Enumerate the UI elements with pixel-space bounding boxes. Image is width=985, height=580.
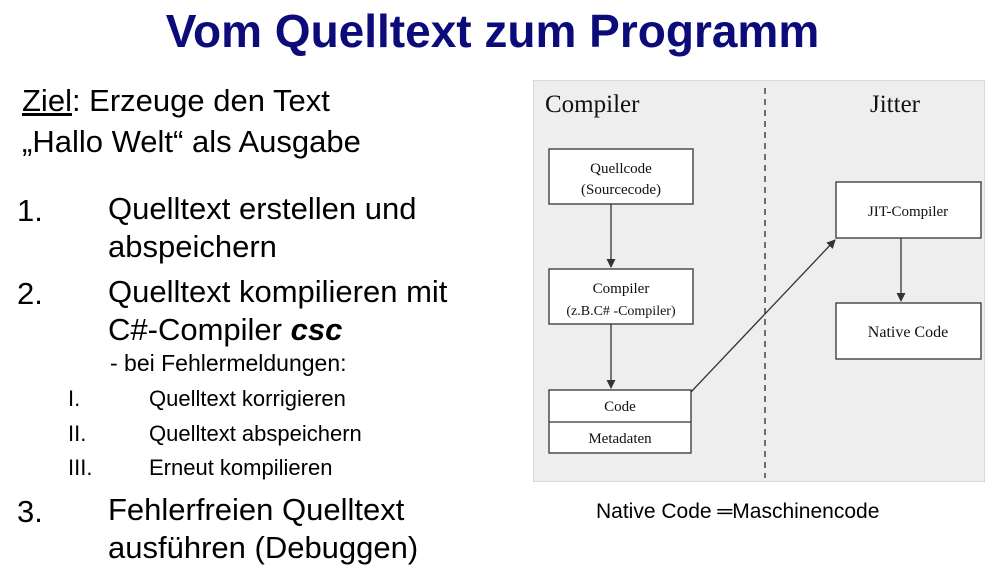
step-1-line1: Quelltext erstellen und bbox=[108, 191, 417, 226]
substep-3-number: III. bbox=[68, 455, 93, 480]
step-2-sub: - bei Fehlermeldungen: bbox=[110, 350, 347, 376]
step-3-line2: ausführen (Debuggen) bbox=[108, 530, 419, 565]
metadata-label: Metadaten bbox=[588, 431, 652, 447]
jit-compiler-label: JIT-Compiler bbox=[868, 204, 948, 220]
step-2-number: 2. bbox=[17, 276, 43, 311]
step-2-line1: Quelltext kompilieren mit bbox=[108, 274, 448, 309]
step-1-text: Quelltext erstellen und abspeichern bbox=[108, 190, 416, 266]
step-2-line2-prefix: C#-Compiler bbox=[108, 312, 291, 347]
native-code-label: Native Code bbox=[868, 324, 948, 341]
step-2-text: Quelltext kompilieren mit C#-Compiler cs… bbox=[108, 273, 447, 349]
source-box-line2: (Sourcecode) bbox=[581, 182, 661, 198]
source-box-line1: Quellcode bbox=[590, 161, 652, 177]
code-label: Code bbox=[604, 399, 636, 415]
compile-diagram: Compiler Jitter Quellcode (Sourcecode) C… bbox=[533, 80, 985, 482]
goal-line2: „Hallo Welt“ als Ausgabe bbox=[22, 124, 361, 159]
step-3-number: 3. bbox=[17, 494, 43, 529]
step-1-number: 1. bbox=[17, 193, 43, 228]
substep-2-text: Quelltext abspeichern bbox=[149, 421, 362, 446]
step-3-line1: Fehlerfreien Quelltext bbox=[108, 492, 405, 527]
slide-title: Vom Quelltext zum Programm bbox=[165, 5, 820, 57]
goal-rest: : Erzeuge den Text bbox=[71, 83, 330, 118]
substep-2-number: II. bbox=[68, 421, 87, 446]
compiler-header: Compiler bbox=[545, 91, 640, 118]
step-3-text: Fehlerfreien Quelltext ausführen (Debugg… bbox=[108, 491, 418, 567]
substep-1-number: I. bbox=[68, 386, 81, 411]
step-1-line2: abspeichern bbox=[108, 229, 277, 264]
substep-3-text: Erneut kompilieren bbox=[149, 455, 333, 480]
substep-1-text: Quelltext korrigieren bbox=[149, 386, 346, 411]
step-2-csc: csc bbox=[290, 312, 343, 347]
jitter-header: Jitter bbox=[870, 91, 921, 118]
goal-label: Ziel bbox=[22, 83, 72, 118]
native-code-note: Native Code ═Maschinencode bbox=[596, 500, 880, 523]
compiler-box-line2: (z.B.C# -Compiler) bbox=[566, 304, 676, 319]
compiler-box-line1: Compiler bbox=[593, 281, 650, 297]
goal-text: Ziel: Erzeuge den Text „Hallo Welt“ als … bbox=[22, 80, 361, 162]
